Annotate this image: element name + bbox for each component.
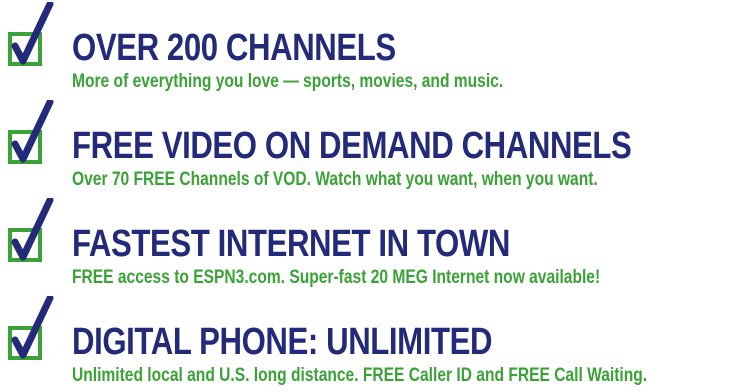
checkbox-checked-icon bbox=[8, 2, 54, 66]
feature-headline: FREE VIDEO ON DEMAND CHANNELS bbox=[72, 125, 632, 167]
feature-headline: FASTEST INTERNET IN TOWN bbox=[72, 223, 510, 265]
feature-headline: DIGITAL PHONE: UNLIMITED bbox=[72, 321, 493, 363]
feature-description: More of everything you love — sports, mo… bbox=[72, 71, 504, 92]
feature-description: FREE access to ESPN3.com. Super-fast 20 … bbox=[72, 267, 601, 288]
feature-item-vod: FREE VIDEO ON DEMAND CHANNELS Over 70 FR… bbox=[0, 98, 729, 196]
feature-item-internet: FASTEST INTERNET IN TOWN FREE access to … bbox=[0, 196, 729, 294]
checkbox-checked-icon bbox=[8, 198, 54, 262]
feature-description: Over 70 FREE Channels of VOD. Watch what… bbox=[72, 169, 598, 190]
feature-description: Unlimited local and U.S. long distance. … bbox=[72, 365, 648, 386]
feature-item-phone: DIGITAL PHONE: UNLIMITED Unlimited local… bbox=[0, 294, 729, 392]
feature-headline: OVER 200 CHANNELS bbox=[72, 27, 396, 69]
feature-item-channels: OVER 200 CHANNELS More of everything you… bbox=[0, 0, 729, 98]
checkbox-checked-icon bbox=[8, 100, 54, 164]
checkbox-checked-icon bbox=[8, 296, 54, 360]
